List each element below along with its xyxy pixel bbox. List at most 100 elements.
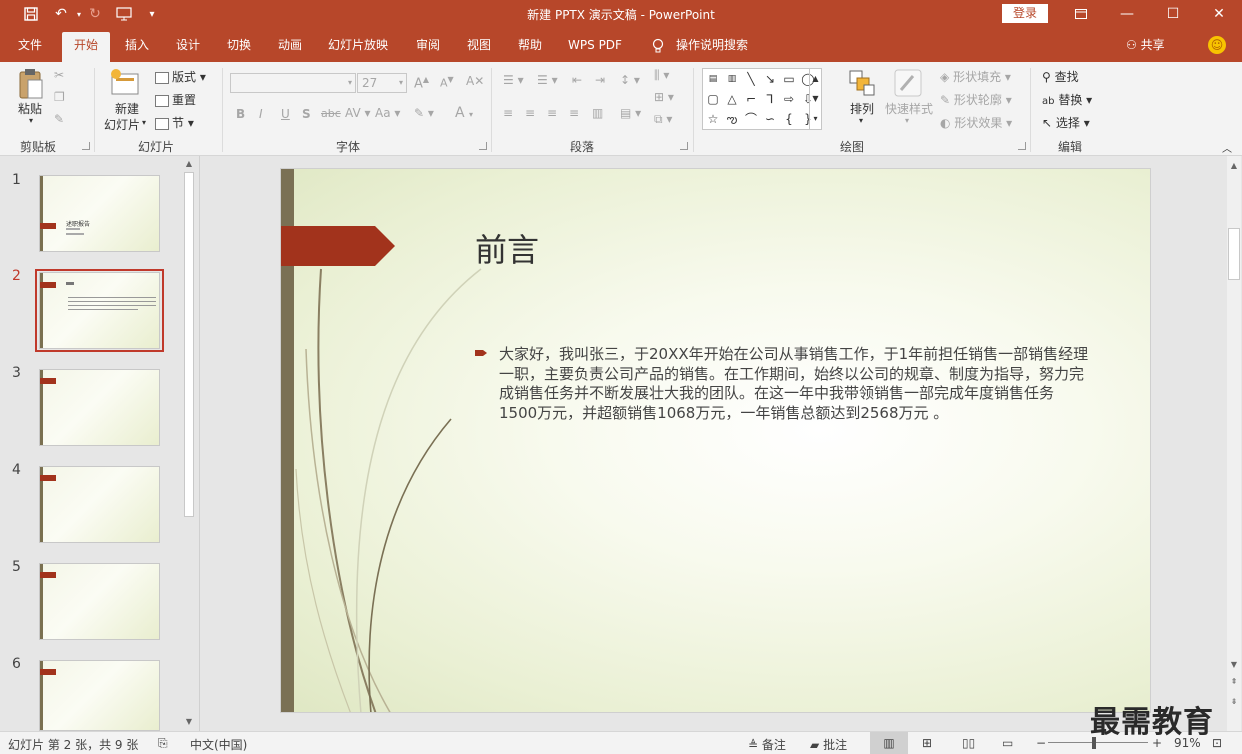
slide-thumbnail-3[interactable] [39,369,160,446]
vertical-textbox-shape-icon[interactable]: ▥ [723,70,741,88]
triangle-shape-icon[interactable]: △ [723,90,741,108]
slide-thumbnail-6[interactable] [39,660,160,731]
login-button[interactable]: 登录 [1002,4,1048,23]
thumbnails-scrollbar[interactable]: ▲ ▼ [183,156,195,731]
format-painter-icon[interactable]: ✎ [54,112,64,126]
decrease-indent-icon[interactable]: ⇤ [572,73,582,87]
thumbnails-scroll-thumb[interactable] [184,172,194,517]
select-button[interactable]: ↖ 选择 ▾ [1042,114,1090,131]
tab-wps-pdf[interactable]: WPS PDF [560,32,630,62]
shape-effects-button[interactable]: ◐ 形状效果 ▾ [940,114,1012,131]
bold-button[interactable]: B [236,107,245,121]
quick-styles-label[interactable]: 快速样式 [885,100,933,117]
tab-home[interactable]: 开始 [62,32,110,62]
comments-button[interactable]: ▰ 批注 [810,736,847,753]
highlight-icon[interactable]: ✎ ▾ [414,106,434,120]
tab-design[interactable]: 设计 [166,32,210,62]
rounded-rect-shape-icon[interactable]: ▢ [704,90,722,108]
copy-icon[interactable]: ❐ [54,90,65,104]
shapes-gallery-scroll[interactable]: ▲ ▼ ▾ [809,69,821,129]
slide-scroll-thumb[interactable] [1228,228,1240,280]
drawing-dialog-launcher[interactable] [1018,142,1026,150]
quick-styles-dropdown-icon[interactable]: ▾ [905,116,909,125]
columns-icon[interactable]: ▤ ▾ [620,106,641,120]
spelling-check-icon[interactable]: ⎘ [158,736,168,751]
font-dialog-launcher[interactable] [479,142,487,150]
char-spacing-button[interactable]: AV ▾ [345,106,371,120]
align-right-icon[interactable]: ≡ [547,106,557,120]
slide-canvas[interactable]: 前言 大家好，我叫张三，于20XX年开始在公司从事销售工作，于1年前担任销售一部… [280,168,1151,713]
language-status[interactable]: 中文(中国) [190,736,247,753]
slide-thumbnail-1[interactable]: 述职报告 [39,175,160,252]
section-button[interactable]: 节 ▾ [155,114,194,131]
slide-thumbnail-2[interactable] [39,272,160,349]
tab-view[interactable]: 视图 [457,32,501,62]
increase-indent-icon[interactable]: ⇥ [595,73,605,87]
ribbon-display-options-icon[interactable] [1058,0,1104,28]
text-direction-icon[interactable]: ⫼ ▾ [654,68,669,83]
notes-button[interactable]: ≜ 备注 [748,736,786,753]
freeform-shape-icon[interactable]: ఌ [723,110,741,128]
right-arrow-shape-icon[interactable]: ⇨ [780,90,798,108]
next-slide-icon[interactable]: ⇟ [1228,696,1240,708]
numbering-icon[interactable]: ☰ ▾ [537,73,558,87]
smartart-icon[interactable]: ⧉ ▾ [654,112,672,127]
previous-slide-icon[interactable]: ⇞ [1228,676,1240,688]
slide-scrollbar[interactable]: ▲ ▼ ⇞ ⇟ [1227,156,1241,731]
slide-scroll-up-arrow[interactable]: ▲ [1228,160,1240,172]
slide-thumbnail-5[interactable] [39,563,160,640]
align-text-icon[interactable]: ⊞ ▾ [654,90,674,104]
tab-animations[interactable]: 动画 [268,32,312,62]
scroll-up-arrow[interactable]: ▲ [183,158,195,170]
shapes-gallery[interactable]: ▤ ▥ ╲ ↘ ▭ ◯ ▢ △ ⌐ ⅂ ⇨ ⇩ ☆ ఌ ⌒ ∽ { } ▲ ▼ ▾ [702,68,822,130]
star-shape-icon[interactable]: ☆ [704,110,722,128]
collapse-ribbon-icon[interactable]: ︿ [1222,140,1232,155]
justify-icon[interactable]: ≡ [569,106,579,120]
textbox-shape-icon[interactable]: ▤ [704,70,722,88]
arrow-line-shape-icon[interactable]: ↘ [761,70,779,88]
decrease-font-icon[interactable]: A▼ [440,75,454,90]
bullets-icon[interactable]: ☰ ▾ [503,73,524,87]
clipboard-dialog-launcher[interactable] [82,142,90,150]
font-name-combo[interactable]: ▾ [230,73,356,93]
paste-button[interactable] [17,68,45,103]
replace-button[interactable]: ab 替换 ▾ [1042,91,1092,108]
new-slide-label-2[interactable]: 幻灯片 [104,116,140,133]
quick-styles-icon[interactable] [893,68,923,101]
customize-quick-access-icon[interactable]: ▾ [141,4,163,24]
increase-font-icon[interactable]: A▲ [414,75,429,91]
save-icon[interactable] [20,4,42,24]
slide-scroll-down-arrow[interactable]: ▼ [1228,659,1240,671]
line-shape-icon[interactable]: ╲ [742,70,760,88]
italic-button[interactable]: I [259,107,263,121]
new-slide-icon[interactable] [110,68,142,99]
scroll-down-arrow[interactable]: ▼ [183,716,195,728]
slideshow-from-start-icon[interactable] [113,4,135,24]
strikethrough-button[interactable]: abc [321,107,341,120]
minimize-icon[interactable]: — [1104,0,1150,28]
close-icon[interactable]: ✕ [1196,0,1242,28]
font-color-button[interactable]: A ▾ [455,105,473,121]
left-brace-shape-icon[interactable]: { [780,110,798,128]
zoom-out-button[interactable]: − [1036,736,1046,750]
tab-file[interactable]: 文件 [8,32,52,62]
tab-slideshow[interactable]: 幻灯片放映 [320,32,396,62]
tell-me-search[interactable]: 操作说明搜索 [672,32,752,62]
shape-outline-button[interactable]: ✎ 形状轮廓 ▾ [940,91,1012,108]
tab-review[interactable]: 审阅 [406,32,450,62]
share-button[interactable]: ⚇ 共享 [1126,36,1165,53]
curve-shape-icon[interactable]: ∽ [761,110,779,128]
normal-view-icon[interactable]: ▥ [870,732,908,754]
zoom-slider-track[interactable] [1048,742,1148,743]
clear-formatting-icon[interactable]: A✕ [466,74,484,88]
new-slide-dropdown-icon[interactable]: ▾ [142,118,146,127]
slide-body-text[interactable]: 大家好，我叫张三，于20XX年开始在公司从事销售工作，于1年前担任销售一部销售经… [499,345,1089,423]
shadow-button[interactable]: S [302,107,311,121]
line-spacing-icon[interactable]: ↕ ▾ [620,73,640,87]
elbow-arrow-shape-icon[interactable]: ⅂ [761,90,779,108]
slide-sorter-view-icon[interactable]: ⊞ [922,736,932,750]
reset-button[interactable]: 重置 [155,91,196,108]
shape-fill-button[interactable]: ◈ 形状填充 ▾ [940,68,1011,85]
slideshow-view-icon[interactable]: ▭ [1002,736,1013,750]
arrange-dropdown-icon[interactable]: ▾ [859,116,863,125]
